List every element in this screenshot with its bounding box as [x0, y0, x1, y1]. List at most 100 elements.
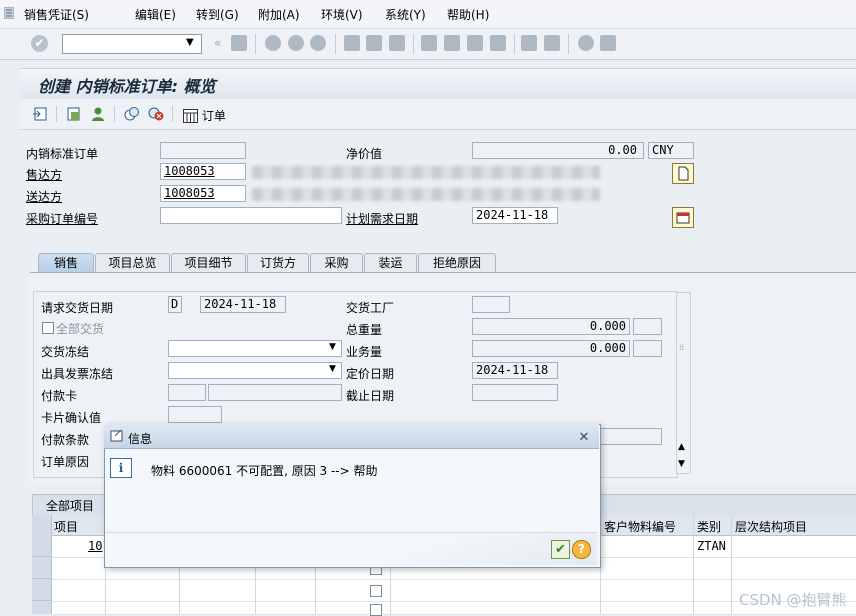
shortcut-icon[interactable] — [544, 35, 560, 51]
toolbar-separator — [413, 34, 414, 54]
dialog-title: 信息 — [128, 432, 153, 446]
menu-goto[interactable]: 转到(G) — [196, 6, 239, 23]
first-page-icon[interactable] — [421, 35, 437, 51]
tab-shipping[interactable]: 装运 — [364, 253, 417, 272]
previous-page-icon[interactable] — [444, 35, 460, 51]
find-icon[interactable] — [366, 35, 382, 51]
toolbar-separator — [114, 106, 115, 122]
tab-sales[interactable]: 销售 — [38, 253, 94, 272]
billing-block-dropdown[interactable] — [168, 362, 342, 379]
help-button[interactable]: ? — [572, 540, 591, 559]
menu-icon[interactable] — [3, 6, 15, 20]
page-title: 创建 内销标准订单: 概览 — [38, 77, 216, 96]
tab-reason-for-rejection[interactable]: 拒绝原因 — [418, 253, 496, 272]
find-next-icon[interactable] — [389, 35, 405, 51]
tab-item-detail[interactable]: 项目细节 — [171, 253, 246, 272]
ok-button[interactable]: ✔ — [551, 540, 570, 559]
menu-system[interactable]: 系统(Y) — [385, 6, 426, 23]
orders-overview-icon[interactable] — [124, 106, 140, 125]
order-button[interactable]: 订单 — [183, 107, 226, 124]
partner-icon[interactable] — [90, 106, 106, 125]
scroll-up-icon[interactable]: ▲ — [678, 442, 685, 452]
command-dropdown-icon[interactable]: ▼ — [186, 37, 194, 48]
tab-ordering-party[interactable]: 订货方 — [247, 253, 309, 272]
col-hierarchy-header[interactable]: 层次结构项目 — [735, 518, 807, 535]
total-weight-field: 0.000 — [472, 318, 630, 335]
po-number-label: 采购订单编号 — [26, 212, 99, 226]
menu-edit[interactable]: 编辑(E) — [135, 6, 176, 23]
menu-extras[interactable]: 附加(A) — [258, 6, 300, 23]
col-customer-material-header[interactable]: 客户物料编号 — [604, 518, 676, 535]
table-row[interactable] — [52, 580, 856, 602]
date-format-field[interactable]: D — [168, 296, 182, 313]
exit-icon[interactable] — [288, 35, 304, 51]
next-page-icon[interactable] — [467, 35, 483, 51]
info-icon: i — [110, 458, 132, 478]
scroll-down-icon[interactable]: ▼ — [678, 459, 685, 469]
layout-menu-icon[interactable] — [600, 35, 616, 51]
plant-field[interactable] — [472, 296, 510, 313]
row-selectors[interactable] — [32, 536, 51, 614]
card-verification-field[interactable] — [168, 406, 222, 423]
menu-sales-document[interactable]: 销售凭证(S) — [24, 6, 89, 23]
print-icon[interactable] — [344, 35, 360, 51]
menu-help[interactable]: 帮助(H) — [447, 6, 489, 23]
net-value-field: 0.00 — [472, 142, 644, 159]
ship-to-field[interactable]: 1008053 — [160, 185, 246, 202]
display-doc-flow-icon[interactable] — [32, 106, 48, 125]
volume-label: 业务量 — [346, 345, 383, 359]
req-deliv-date-field[interactable]: 2024-11-18 — [200, 296, 286, 313]
watermark: CSDN @抱臂熊 — [739, 591, 847, 609]
billing-block-label: 出具发票冻结 — [41, 367, 114, 381]
help-icon[interactable] — [578, 35, 594, 51]
table-row[interactable] — [52, 602, 856, 615]
menu-environment[interactable]: 环境(V) — [321, 6, 363, 23]
order-number-field[interactable] — [160, 142, 246, 159]
card-verification-label: 卡片确认值 — [41, 411, 102, 425]
col-category-header[interactable]: 类别 — [697, 518, 721, 535]
command-field[interactable] — [62, 34, 202, 54]
dialog-title-bar[interactable] — [104, 424, 599, 449]
card-number-field[interactable] — [208, 384, 342, 401]
tab-item-overview[interactable]: 项目总览 — [95, 253, 170, 272]
card-type-field[interactable] — [168, 384, 206, 401]
scroll-grip-icon: ⁞⁞ — [679, 343, 685, 352]
enter-icon[interactable]: ✔ — [31, 35, 48, 52]
last-page-icon[interactable] — [490, 35, 506, 51]
weight-unit-field — [633, 318, 662, 335]
application-toolbar — [20, 99, 856, 130]
row-checkbox[interactable] — [370, 604, 382, 616]
tab-procurement[interactable]: 采购 — [310, 253, 363, 272]
row-checkbox[interactable] — [370, 585, 382, 597]
save-icon[interactable] — [231, 35, 247, 51]
header-detail-icon[interactable] — [66, 106, 82, 125]
col-item-header[interactable]: 项目 — [54, 518, 78, 535]
items-grid-title: 全部项目 — [46, 499, 95, 513]
chevron-down-icon[interactable]: ▼ — [329, 342, 336, 352]
volume-field: 0.000 — [472, 340, 630, 357]
reject-icon[interactable] — [148, 106, 164, 125]
expiry-date-label: 截止日期 — [346, 389, 395, 403]
new-session-icon[interactable] — [521, 35, 537, 51]
po-number-field[interactable] — [160, 207, 342, 224]
ship-to-name-redacted — [252, 188, 600, 201]
cancel-icon[interactable] — [310, 35, 326, 51]
req-delivery-date-field[interactable]: 2024-11-18 — [472, 207, 558, 224]
document-icon[interactable] — [672, 163, 694, 184]
chevron-down-icon[interactable]: ▼ — [329, 364, 336, 374]
expiry-date-field[interactable] — [472, 384, 558, 401]
pricing-date-field[interactable]: 2024-11-18 — [472, 362, 558, 379]
toolbar-separator — [56, 106, 57, 122]
sold-to-field[interactable]: 1008053 — [160, 163, 246, 180]
row1-item-cell[interactable]: 10 — [88, 539, 102, 553]
complete-delivery-checkbox[interactable] — [42, 322, 54, 334]
delivery-block-dropdown[interactable] — [168, 340, 342, 357]
sold-to-label: 售达方 — [26, 168, 63, 182]
payment-terms-extra-field[interactable] — [597, 428, 662, 445]
close-icon[interactable]: ✕ — [576, 430, 592, 445]
order-reason-label: 订单原因 — [41, 455, 90, 469]
dialog-footer — [106, 532, 597, 565]
dialog-window-icon — [110, 429, 124, 446]
back-icon[interactable] — [265, 35, 281, 51]
calendar-icon[interactable] — [672, 207, 694, 228]
